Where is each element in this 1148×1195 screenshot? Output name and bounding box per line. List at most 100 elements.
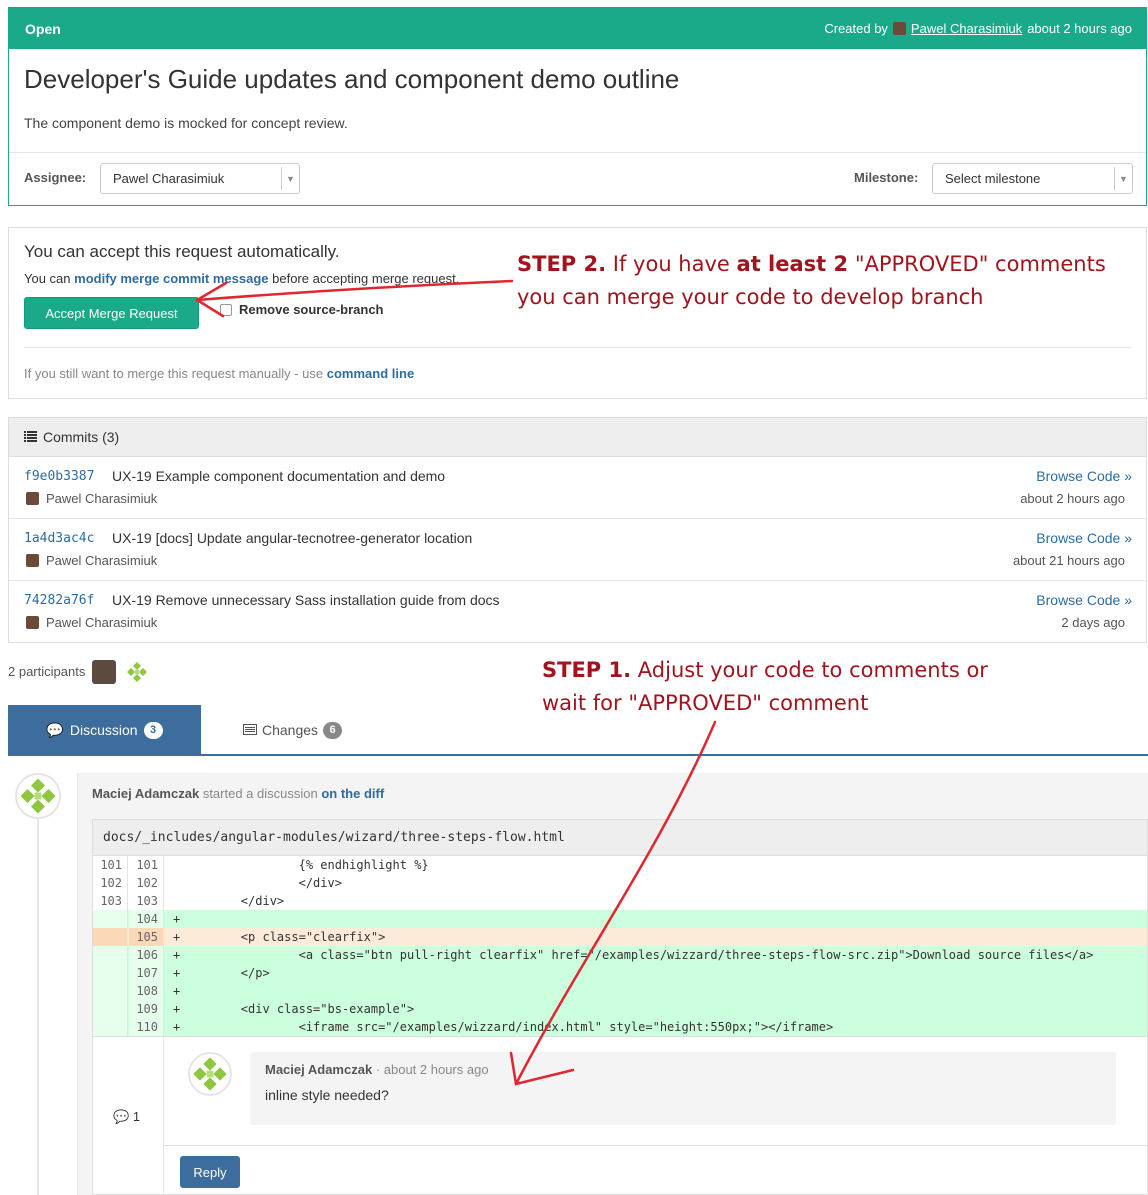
chevron-down-icon: ▼ xyxy=(281,167,299,190)
diff-line[interactable]: 102 102 </div> xyxy=(93,874,1147,892)
commit-time: 2 days ago xyxy=(1061,615,1125,630)
new-line-number[interactable]: 105 xyxy=(129,928,164,946)
diff-line[interactable]: 101 101 {% endhighlight %} xyxy=(93,856,1147,874)
commits-title: Commits (3) xyxy=(43,429,120,445)
accept-line-suffix: before accepting merge request. xyxy=(272,271,460,286)
diff-code: <p class="clearfix"> xyxy=(183,930,386,944)
tab-changes-label: Changes xyxy=(262,722,319,738)
old-line-number[interactable]: 101 xyxy=(93,856,128,874)
discussion-header: Maciej Adamczak started a discussion on … xyxy=(92,786,384,801)
avatar xyxy=(26,554,39,567)
commit-author: Pawel Charasimiuk xyxy=(46,491,158,506)
diff-line[interactable]: 104 + xyxy=(93,910,1147,928)
old-line-number[interactable] xyxy=(93,1000,128,1018)
diff-line[interactable]: 110 + <iframe src="/examples/wizzard/inde… xyxy=(93,1018,1147,1036)
old-line-number[interactable] xyxy=(93,928,128,946)
avatar[interactable] xyxy=(92,660,116,684)
old-line-number[interactable]: 102 xyxy=(93,874,128,892)
note-header: Maciej Adamczak · about 2 hours ago xyxy=(265,1062,489,1077)
commit-author: Pawel Charasimiuk xyxy=(46,553,158,568)
discussion-count-badge: 3 xyxy=(143,721,163,739)
diff-code: <iframe src="/examples/wizzard/index.htm… xyxy=(183,1020,834,1034)
diff-code: <a class="btn pull-right clearfix" href=… xyxy=(183,948,1094,962)
modify-commit-message-link[interactable]: modify merge commit message xyxy=(74,271,268,286)
commit-sha[interactable]: f9e0b3387 xyxy=(24,469,94,484)
step2-line2: you can merge your code to develop branc… xyxy=(517,285,984,309)
diff-line[interactable]: 105 + <p class="clearfix"> xyxy=(93,928,1147,946)
browse-code-link[interactable]: Browse Code » xyxy=(1036,530,1132,546)
divider xyxy=(24,347,1131,348)
old-line-number[interactable] xyxy=(93,964,128,982)
browse-code-link[interactable]: Browse Code » xyxy=(1036,468,1132,484)
on-the-diff-link[interactable]: on the diff xyxy=(321,786,384,801)
step1-a: Adjust your code to comments or xyxy=(637,658,988,682)
new-line-number[interactable]: 107 xyxy=(129,964,164,982)
new-line-number[interactable]: 110 xyxy=(129,1018,164,1036)
manual-merge-hint: If you still want to merge this request … xyxy=(24,366,414,381)
old-line-number[interactable] xyxy=(93,1018,128,1036)
assignee-select[interactable]: Pawel Charasimiuk ▼ xyxy=(100,163,300,194)
step1-lead: STEP 1. xyxy=(542,658,632,682)
tab-changes[interactable]: Changes 6 xyxy=(243,705,343,755)
tab-discussion[interactable]: 💬 Discussion 3 xyxy=(8,705,201,755)
note-count-value: 1 xyxy=(132,1109,141,1124)
note-count: 💬 1 xyxy=(113,1109,143,1125)
step2-lead: STEP 2. xyxy=(517,252,607,276)
diff-code: </div> xyxy=(183,894,285,908)
diff-line[interactable]: 108 + xyxy=(93,982,1147,1000)
new-line-number[interactable]: 106 xyxy=(129,946,164,964)
diff-line[interactable]: 103 103 </div> xyxy=(93,892,1147,910)
diff-sign: + xyxy=(173,1020,181,1034)
new-line-number[interactable]: 101 xyxy=(129,856,164,874)
comment-icon: 💬 xyxy=(46,721,64,738)
old-line-number[interactable] xyxy=(93,910,128,928)
remove-branch-checkbox[interactable] xyxy=(220,304,232,316)
created-time: about 2 hours ago xyxy=(1027,21,1132,36)
diff-line[interactable]: 109 + <div class="bs-example"> xyxy=(93,1000,1147,1018)
note-body: Maciej Adamczak · about 2 hours ago inli… xyxy=(250,1052,1116,1125)
created-by: Created by Pawel Charasimiuk about 2 hou… xyxy=(824,21,1132,36)
description: The component demo is mocked for concept… xyxy=(24,115,348,131)
list-icon xyxy=(24,429,37,445)
commit-message: UX-19 Example component documentation an… xyxy=(112,468,446,484)
new-line-number[interactable]: 103 xyxy=(129,892,164,910)
diff-code: </div> xyxy=(183,876,342,890)
commit-time: about 21 hours ago xyxy=(1012,553,1125,568)
timeline-line xyxy=(37,800,39,1195)
author-link[interactable]: Pawel Charasimiuk xyxy=(911,21,1022,36)
diff-line[interactable]: 106 + <a class="btn pull-right clearfix" … xyxy=(93,946,1147,964)
old-line-number[interactable] xyxy=(93,982,128,1000)
commit-time: about 2 hours ago xyxy=(1020,491,1125,506)
participants-count: 2 participants xyxy=(8,664,86,679)
diff-sign: + xyxy=(173,930,181,944)
commit-sha[interactable]: 74282a76f xyxy=(24,593,94,608)
remove-branch-label: Remove source-branch xyxy=(239,302,384,317)
browse-code-link[interactable]: Browse Code » xyxy=(1036,592,1132,608)
old-line-number[interactable]: 103 xyxy=(93,892,128,910)
divider xyxy=(9,152,1146,153)
milestone-label: Milestone: xyxy=(854,170,919,185)
commit-row: 1a4d3ac4c UX-19 [docs] Update angular-te… xyxy=(9,519,1146,581)
avatar[interactable] xyxy=(125,660,149,684)
accept-merge-button[interactable]: Accept Merge Request xyxy=(24,297,199,329)
commit-row: 74282a76f UX-19 Remove unnecessary Sass … xyxy=(9,581,1146,643)
tab-discussion-label: Discussion xyxy=(69,722,138,738)
diff-block: docs/_includes/angular-modules/wizard/th… xyxy=(92,819,1148,1195)
new-line-number[interactable]: 108 xyxy=(129,982,164,1000)
note-author[interactable]: Maciej Adamczak xyxy=(265,1062,372,1077)
diff-line[interactable]: 107 + </p> xyxy=(93,964,1147,982)
milestone-select[interactable]: Select milestone ▼ xyxy=(932,163,1133,194)
assignee-label: Assignee: xyxy=(24,170,87,185)
new-line-number[interactable]: 109 xyxy=(129,1000,164,1018)
step2-b: "APPROVED" comments xyxy=(854,252,1106,276)
diff-lines: 101 101 {% endhighlight %} 102 102 </div> 10… xyxy=(93,856,1147,1036)
old-line-number[interactable] xyxy=(93,946,128,964)
commit-sha[interactable]: 1a4d3ac4c xyxy=(24,531,94,546)
notes-area: 💬 1 Maciej Adamczak · about 2 hours ago … xyxy=(93,1036,1147,1194)
reply-button[interactable]: Reply xyxy=(180,1156,240,1188)
new-line-number[interactable]: 104 xyxy=(129,910,164,928)
discussion-author[interactable]: Maciej Adamczak xyxy=(92,786,199,801)
accept-message-line: You can modify merge commit message befo… xyxy=(24,271,459,286)
new-line-number[interactable]: 102 xyxy=(129,874,164,892)
command-line-link[interactable]: command line xyxy=(327,366,414,381)
